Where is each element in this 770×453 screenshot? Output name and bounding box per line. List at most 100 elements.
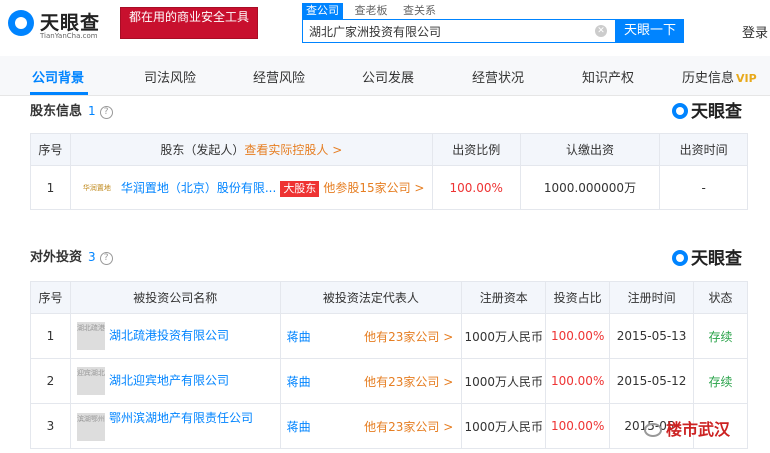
nav-intellectual-property[interactable]: 知识产权 (582, 67, 634, 86)
rep-name-link[interactable]: 蒋曲 (287, 330, 311, 344)
company-logo: 迎宾湖北 (76, 367, 105, 395)
investments-title-text: 对外投资 (30, 250, 83, 265)
col-rep: 被投资法定代表人 (279, 281, 463, 314)
brand-watermark-1: 天眼查 (672, 97, 742, 122)
status-badge: 存续 (693, 313, 748, 359)
rep-companies-link[interactable]: 他有23家公司 > (364, 373, 453, 390)
table-row: 3 滨湖鄂州 鄂州滨湖地产有限责任公司 蒋曲 他有23家公司 > 1000万人民币 … (30, 403, 748, 449)
capital-value: 1000万人民币 (461, 403, 547, 449)
shareholder-cell: 华润置地 华润置地（北京）股份有限... 大股东 他参股15家公司 > (69, 165, 433, 210)
shareholders-title-text: 股东信息 (30, 104, 83, 119)
nav-operating-risk[interactable]: 经营风险 (253, 67, 305, 86)
nav-company-background[interactable]: 公司背景 (32, 67, 84, 86)
ratio-value: 100.00% (431, 165, 521, 210)
capital-value: 1000万人民币 (461, 358, 547, 404)
row-no: 3 (30, 403, 71, 449)
table-header-row: 序号 股东（发起人）查看实际控股人 > 出资比例 认缴出资 出资时间 (30, 133, 748, 166)
tianyancha-logo[interactable]: 天眼查 TianYanCha.com (8, 6, 116, 42)
date-value: - (659, 165, 748, 210)
col-status: 状态 (693, 281, 748, 314)
col-ratio: 投资占比 (545, 281, 611, 314)
wechat-icon (644, 423, 662, 437)
table-row: 1 湖北疏港湖北疏港投资有限公司 蒋曲 他有23家公司 > 1000万人民币 10… (30, 313, 748, 359)
company-name-link[interactable]: 湖北疏港投资有限公司 (109, 329, 229, 343)
logo-domain: TianYanCha.com (40, 32, 98, 40)
search-input[interactable] (309, 20, 589, 42)
clear-icon[interactable]: ✕ (595, 25, 607, 37)
row-no: 2 (30, 358, 71, 404)
col-shareholder-label: 股东（发起人） (160, 143, 245, 157)
rep-cell: 蒋曲 他有23家公司 > (279, 358, 463, 404)
tab-search-relation[interactable]: 查关系 (399, 3, 440, 19)
col-company: 被投资公司名称 (69, 281, 281, 314)
brand-watermark-2: 天眼查 (672, 244, 742, 269)
logo-name: 天眼查 (40, 12, 101, 34)
table-row: 2 迎宾湖北湖北迎宾地产有限公司 蒋曲 他有23家公司 > 1000万人民币 10… (30, 358, 748, 404)
col-date: 出资时间 (659, 133, 748, 166)
tab-search-company[interactable]: 查公司 (302, 3, 343, 19)
help-icon[interactable]: ? (99, 106, 113, 119)
active-tab-indicator (30, 92, 88, 95)
col-no: 序号 (30, 133, 71, 166)
wechat-watermark: 楼市武汉 (644, 416, 730, 440)
rep-name-link[interactable]: 蒋曲 (287, 375, 311, 389)
rep-name-link[interactable]: 蒋曲 (287, 420, 311, 434)
slogan-banner: 都在用的商业安全工具 (120, 7, 258, 39)
shareholders-title: 股东信息 1? (30, 100, 113, 119)
company-cell: 迎宾湖北湖北迎宾地产有限公司 (69, 358, 281, 404)
col-date: 注册时间 (609, 281, 695, 314)
col-ratio: 出资比例 (431, 133, 521, 166)
capital-value: 1000万人民币 (461, 313, 547, 359)
investments-count: 3 (88, 250, 96, 264)
shareholder-logo: 华润置地 (82, 184, 111, 192)
company-nav: 公司背景 司法风险 经营风险 公司发展 经营状况 知识产权 历史信息 VIP (0, 56, 770, 96)
company-logo: 湖北疏港 (76, 322, 105, 350)
brand-name: 天眼查 (691, 249, 742, 269)
ratio-value: 100.00% (545, 403, 611, 449)
major-shareholder-badge: 大股东 (280, 180, 320, 197)
col-capital: 注册资本 (461, 281, 547, 314)
tab-search-boss[interactable]: 查老板 (351, 3, 392, 19)
amount-value: 1000.000000万 (519, 165, 661, 210)
view-controller-link[interactable]: 查看实际控股人 > (244, 143, 342, 157)
row-no: 1 (30, 165, 71, 210)
nav-company-development[interactable]: 公司发展 (362, 67, 414, 86)
date-value: 2015-05-13 (609, 313, 695, 359)
search-tabs: 查公司 查老板 查关系 (302, 3, 444, 19)
brand-eye-icon (672, 103, 688, 119)
date-value: 2015-05-12 (609, 358, 695, 404)
table-row: 1 华润置地 华润置地（北京）股份有限... 大股东 他参股15家公司 > 100.0… (30, 165, 748, 210)
login-link[interactable]: 登录 (742, 22, 768, 41)
search-box: ✕ (302, 19, 616, 43)
status-badge: 存续 (693, 358, 748, 404)
nav-judicial-risk[interactable]: 司法风险 (144, 67, 196, 86)
rep-cell: 蒋曲 他有23家公司 > (279, 313, 463, 359)
related-companies-link[interactable]: 他参股15家公司 > (323, 181, 424, 195)
company-name-link[interactable]: 鄂州滨湖地产有限责任公司 (109, 411, 253, 425)
investments-title: 对外投资 3? (30, 246, 113, 265)
shareholders-table: 序号 股东（发起人）查看实际控股人 > 出资比例 认缴出资 出资时间 1 华润置… (30, 133, 748, 210)
ratio-value: 100.00% (545, 313, 611, 359)
search-button[interactable]: 天眼一下 (616, 19, 684, 43)
nav-history-label: 历史信息 (682, 71, 735, 86)
top-bar: 天眼查 TianYanCha.com 都在用的商业安全工具 查公司 查老板 查关… (0, 0, 770, 48)
shareholder-name-link[interactable]: 华润置地（北京）股份有限... (121, 181, 276, 195)
help-icon[interactable]: ? (99, 252, 113, 265)
nav-history-info[interactable]: 历史信息 VIP (682, 67, 757, 86)
rep-companies-link[interactable]: 他有23家公司 > (364, 328, 453, 345)
company-name-link[interactable]: 湖北迎宾地产有限公司 (109, 374, 229, 388)
company-cell: 滨湖鄂州 鄂州滨湖地产有限责任公司 (69, 403, 281, 449)
rep-cell: 蒋曲 他有23家公司 > (279, 403, 463, 449)
rep-companies-link[interactable]: 他有23家公司 > (364, 418, 453, 435)
logo-eye-icon (8, 10, 34, 36)
table-header-row: 序号 被投资公司名称 被投资法定代表人 注册资本 投资占比 注册时间 状态 (30, 281, 748, 314)
nav-business-status[interactable]: 经营状况 (472, 67, 524, 86)
investments-table: 序号 被投资公司名称 被投资法定代表人 注册资本 投资占比 注册时间 状态 1 … (30, 281, 748, 449)
company-logo: 滨湖鄂州 (76, 413, 105, 441)
brand-name: 天眼查 (691, 102, 742, 122)
watermark-text: 楼市武汉 (666, 420, 731, 439)
company-cell: 湖北疏港湖北疏港投资有限公司 (69, 313, 281, 359)
col-shareholder: 股东（发起人）查看实际控股人 > (69, 133, 433, 166)
brand-eye-icon (672, 250, 688, 266)
ratio-value: 100.00% (545, 358, 611, 404)
